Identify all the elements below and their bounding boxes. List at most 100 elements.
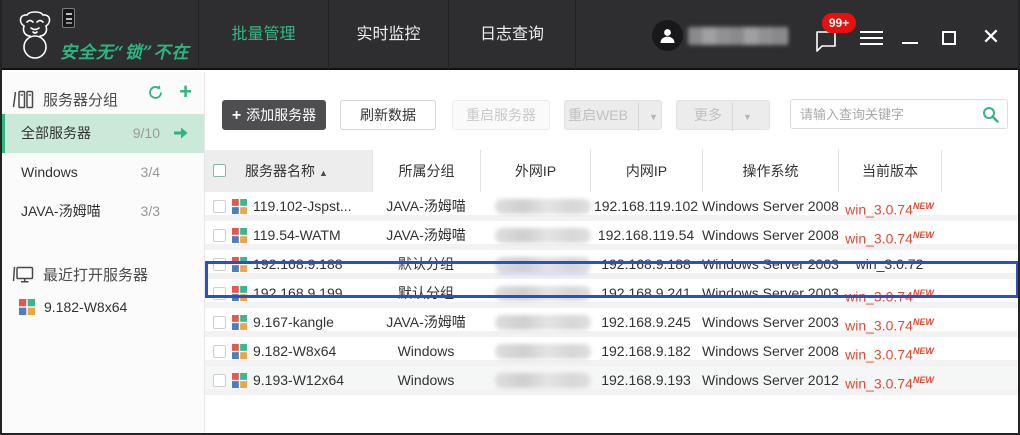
table-body: 119.102-Jspst... JAVA-汤姆喵 192.168.119.10…: [205, 192, 1020, 395]
brand-slogan: 安全无“锁”不在: [60, 38, 190, 63]
server-group-icon: [12, 90, 34, 109]
server-groups-label: 服务器分组: [43, 89, 118, 110]
row-checkbox[interactable]: [213, 200, 226, 213]
close-button[interactable]: ✕: [978, 24, 1004, 50]
new-badge: NEW: [913, 288, 934, 298]
sidebar: 服务器分组 + 全部服务器 9/10 Windows 3/4 JAVA-汤姆喵 …: [0, 72, 205, 435]
search-box: [790, 99, 1008, 129]
new-badge: NEW: [913, 230, 934, 240]
group-count: 3/3: [141, 192, 160, 231]
internal-ip: 192.168.9.245: [590, 308, 702, 337]
new-badge: NEW: [913, 346, 934, 356]
table-row[interactable]: 9.182-W8x64 Windows 192.168.9.182 Window…: [205, 337, 1020, 366]
table-row-selected[interactable]: 192.168.9.188 默认分组 192.168.9.188 Windows…: [205, 250, 1020, 279]
windows-logo-icon: [232, 373, 247, 388]
row-checkbox[interactable]: [213, 229, 226, 242]
server-name-header-cell[interactable]: 服务器名称▲: [205, 150, 372, 192]
search-icon[interactable]: [982, 106, 999, 123]
internal-ip: 192.168.9.182: [590, 337, 702, 366]
row-checkbox[interactable]: [213, 345, 226, 358]
windows-logo-icon: [232, 344, 247, 359]
tab-batch-management[interactable]: 批量管理: [198, 0, 328, 70]
group-count: 9/10: [133, 114, 160, 153]
sidebar-item-windows[interactable]: Windows 3/4: [0, 153, 204, 192]
app-logo: 安全无“锁”不在: [14, 6, 75, 60]
internal-ip: 192.168.9.188: [590, 250, 702, 279]
external-ip-redacted: [495, 315, 591, 330]
version: win_3.0.74NEW: [838, 279, 941, 308]
refresh-groups-icon[interactable]: [147, 84, 164, 101]
internal-ip: 192.168.119.54: [590, 221, 702, 250]
add-group-icon[interactable]: +: [179, 81, 192, 103]
column-header-version[interactable]: 当前版本: [838, 150, 941, 192]
windows-logo-icon: [232, 199, 247, 214]
internal-ip: 192.168.9.193: [590, 366, 702, 395]
column-header-external-ip[interactable]: 外网IP: [480, 150, 590, 192]
arrow-right-icon: [173, 127, 188, 139]
group-count: 3/4: [141, 153, 160, 192]
table-row[interactable]: 119.102-Jspst... JAVA-汤姆喵 192.168.119.10…: [205, 192, 1020, 221]
recent-server-item[interactable]: 9.182-W8x64: [0, 289, 204, 325]
more-button[interactable]: 更多▼: [676, 100, 770, 130]
row-checkbox[interactable]: [213, 316, 226, 329]
column-header-os[interactable]: 操作系统: [702, 150, 838, 192]
server-name: 119.102-Jspst...: [253, 192, 352, 221]
sidebar-item-java-tomcat[interactable]: JAVA-汤姆喵 3/3: [0, 192, 204, 231]
row-checkbox[interactable]: [213, 374, 226, 387]
version: win_3.0.74NEW: [838, 337, 941, 366]
restart-server-button[interactable]: 重启服务器: [452, 100, 550, 130]
operating-system: Windows Server 2012: [702, 366, 838, 395]
new-badge: NEW: [913, 317, 934, 327]
operating-system: Windows Server 2003: [702, 308, 838, 337]
restart-web-button[interactable]: 重启WEB▼: [564, 100, 662, 130]
lock-mascot-icon: [14, 10, 58, 60]
external-ip-redacted: [495, 373, 591, 388]
search-input[interactable]: [800, 101, 975, 127]
recent-servers-label: 最近打开服务器: [43, 264, 148, 285]
select-all-checkbox[interactable]: [213, 164, 226, 177]
minimize-button[interactable]: [902, 42, 918, 44]
plus-icon: +: [232, 107, 241, 124]
operating-system: Windows Server 2008: [702, 192, 838, 221]
chat-bubble-icon: [814, 30, 838, 53]
table-row[interactable]: 9.167-kangle JAVA-汤姆喵 192.168.9.245 Wind…: [205, 308, 1020, 337]
row-checkbox[interactable]: [213, 287, 226, 300]
sidebar-item-all-servers[interactable]: 全部服务器 9/10: [0, 114, 204, 153]
table-row[interactable]: 9.193-W12x64 Windows 192.168.9.193 Windo…: [205, 366, 1020, 395]
server-group: 默认分组: [372, 250, 480, 279]
server-group: 默认分组: [372, 279, 480, 308]
recent-servers-header: 最近打开服务器: [0, 247, 204, 289]
table-row[interactable]: 192.168.9.199 默认分组 192.168.9.241 Windows…: [205, 279, 1020, 308]
version: win_3.0.74NEW: [838, 308, 941, 337]
tab-realtime-monitor[interactable]: 实时监控: [328, 0, 448, 70]
column-header-internal-ip[interactable]: 内网IP: [590, 150, 702, 192]
toolbar: +添加服务器 刷新数据 重启服务器 重启WEB▼ 更多▼: [205, 72, 1020, 150]
column-header-group[interactable]: 所属分组: [372, 150, 480, 192]
person-icon: [659, 27, 676, 44]
unread-count-badge: 99+: [822, 13, 856, 33]
windows-logo-icon: [232, 228, 247, 243]
external-ip-redacted: [495, 228, 591, 243]
operating-system: Windows Server 2008: [702, 221, 838, 250]
tab-log-query[interactable]: 日志查询: [448, 0, 576, 70]
windows-logo-icon: [232, 286, 247, 301]
row-checkbox[interactable]: [213, 258, 226, 271]
add-server-button[interactable]: +添加服务器: [222, 100, 326, 130]
group-label: 全部服务器: [21, 125, 91, 141]
server-groups-header: 服务器分组 +: [0, 72, 204, 114]
refresh-data-button[interactable]: 刷新数据: [340, 100, 436, 130]
title-bar: 安全无“锁”不在 批量管理 实时监控 日志查询 99+ ✕: [0, 0, 1020, 70]
table-row[interactable]: 119.54-WATM JAVA-汤姆喵 192.168.119.54 Wind…: [205, 221, 1020, 250]
server-name: 119.54-WATM: [253, 221, 341, 250]
version: win_3.0.72: [838, 250, 941, 279]
server-group: JAVA-汤姆喵: [372, 192, 480, 221]
group-label: JAVA-汤姆喵: [21, 203, 101, 219]
user-avatar[interactable]: [652, 20, 683, 51]
maximize-button[interactable]: [942, 31, 956, 45]
internal-ip: 192.168.9.241: [590, 279, 702, 308]
menu-button[interactable]: [860, 31, 883, 45]
server-name: 9.167-kangle: [253, 308, 334, 337]
seal-stamp-icon: [62, 8, 75, 28]
messages-button[interactable]: [814, 30, 838, 53]
new-badge: NEW: [913, 375, 934, 385]
